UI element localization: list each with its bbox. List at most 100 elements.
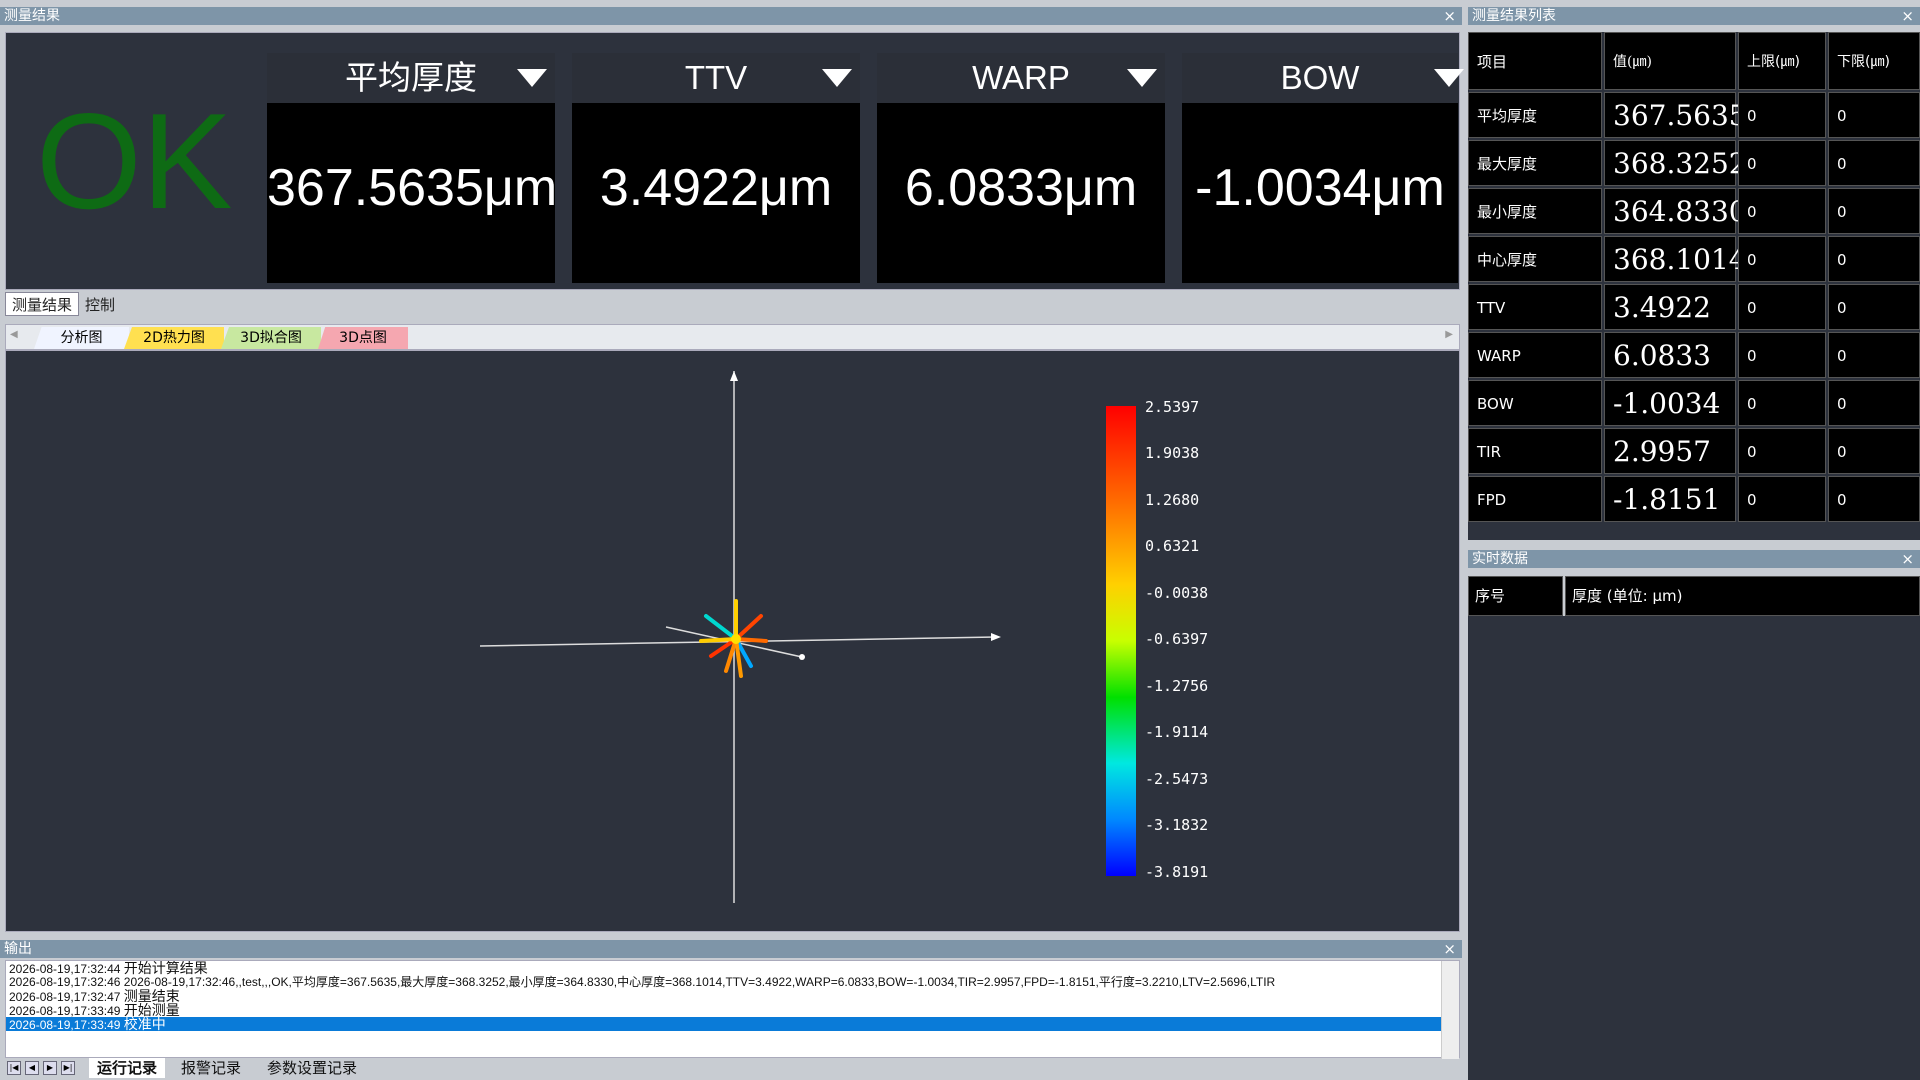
legend-label: 2.5397 [1145,398,1200,416]
cell-upper: 0 [1738,332,1826,378]
tab-results[interactable]: 测量结果 [5,292,80,316]
dropdown-icon[interactable] [517,69,547,87]
close-icon[interactable]: × [1901,7,1914,25]
card-value: 3.4922μm [572,103,860,283]
card-head[interactable]: WARP [877,53,1165,103]
log-msg: 校准中 [123,1017,166,1031]
output-tabs: |◀ ◀ ▶ ▶| 运行记录 报警记录 参数设置记录 [5,1058,1460,1078]
card-bow: BOW -1.0034μm [1182,53,1464,286]
close-icon[interactable]: × [1443,7,1456,25]
log-time: 2026-08-19,17:32:46 [9,975,121,989]
last-icon[interactable]: ▶| [61,1061,75,1075]
list-title-text: 测量结果列表 [1472,8,1556,24]
tab-param-log[interactable]: 参数设置记录 [259,1058,365,1078]
output-log[interactable]: 2026-08-19,17:32:44 开始计算结果 2026-08-19,17… [5,960,1460,1059]
cell-value: 367.5635 [1604,92,1747,138]
card-label: WARP [972,59,1070,96]
realtime-table-header: 序号 厚度 (单位: μm) [1468,576,1920,616]
dropdown-icon[interactable] [1127,69,1157,87]
legend-label: -0.6397 [1145,630,1209,648]
card-avg-thickness: 平均厚度 367.5635μm [267,53,555,286]
header-upper: 上限(㎛) [1738,32,1826,90]
cell-upper: 0 [1738,92,1826,138]
tab-control[interactable]: 控制 [79,293,121,317]
card-head[interactable]: BOW [1182,53,1464,103]
dropdown-icon[interactable] [822,69,852,87]
tab-analysis[interactable]: 分析图 [34,327,129,349]
legend-label: 1.2680 [1145,491,1200,509]
legend-label: -1.9114 [1145,723,1209,741]
tab-3d-points[interactable]: 3D点图 [318,327,408,349]
color-scale-bar [1106,406,1136,876]
table-row[interactable]: BOW -1.0034 0 0 [1468,380,1920,428]
card-head[interactable]: 平均厚度 [267,53,555,103]
legend-label: 0.6321 [1145,537,1200,555]
status-ok: OK [36,85,233,237]
header-index: 序号 [1468,576,1563,616]
cell-lower: 0 [1828,476,1920,522]
table-row[interactable]: TTV 3.4922 0 0 [1468,284,1920,332]
cell-value: 364.8330 [1604,188,1747,234]
table-row[interactable]: FPD -1.8151 0 0 [1468,476,1920,524]
table-row[interactable]: TIR 2.9957 0 0 [1468,428,1920,476]
summary-panel: OK 平均厚度 367.5635μm TTV 3.4922μm WARP 6.0… [5,32,1464,290]
cell-name: 最大厚度 [1468,140,1602,186]
main-tabs: 测量结果 控制 [5,292,121,316]
cell-lower: 0 [1828,332,1920,378]
cell-upper: 0 [1738,428,1826,474]
cell-value: -1.0034 [1604,380,1736,426]
close-icon[interactable]: × [1901,550,1914,568]
cell-lower: 0 [1828,140,1920,186]
tab-run-log[interactable]: 运行记录 [89,1058,166,1078]
card-label: 平均厚度 [345,59,477,96]
tab-3d-fit[interactable]: 3D拟合图 [221,327,321,349]
cell-value: 3.4922 [1604,284,1736,330]
realtime-panel-title: 实时数据 × [1468,550,1920,568]
3d-point-plot[interactable] [5,350,1460,932]
log-time: 2026-08-19,17:32:47 [9,990,121,1003]
log-time: 2026-08-19,17:33:49 [9,1004,121,1017]
log-line: 2026-08-19,17:32:44 开始计算结果 [6,961,1459,975]
log-msg: 测量结束 [123,989,180,1003]
table-row[interactable]: 中心厚度 368.1014 0 0 [1468,236,1920,284]
card-label: TTV [684,59,748,96]
dropdown-icon[interactable] [1434,69,1464,87]
cell-lower: 0 [1828,284,1920,330]
log-msg: 开始计算结果 [123,961,208,975]
card-value: 6.0833μm [877,103,1165,283]
card-label: BOW [1280,59,1360,96]
cell-value: 368.1014 [1604,236,1747,282]
card-ttv: TTV 3.4922μm [572,53,860,286]
table-row[interactable]: 最小厚度 364.8330 0 0 [1468,188,1920,236]
cell-name: 平均厚度 [1468,92,1602,138]
table-row[interactable]: WARP 6.0833 0 0 [1468,332,1920,380]
next-icon[interactable]: ▶ [43,1061,57,1075]
cell-upper: 0 [1738,476,1826,522]
table-row[interactable]: 最大厚度 368.3252 0 0 [1468,140,1920,188]
cell-upper: 0 [1738,284,1826,330]
card-value: -1.0034μm [1182,103,1458,283]
log-msg: 2026-08-19,17:32:46,,test,,,OK,平均厚度=367.… [123,975,1276,989]
log-line-selected[interactable]: 2026-08-19,17:33:49 校准中 [6,1017,1459,1031]
cell-value: 2.9957 [1604,428,1736,474]
cell-name: 最小厚度 [1468,188,1602,234]
log-msg: 开始测量 [123,1003,180,1017]
realtime-table-body[interactable] [1468,616,1920,1080]
card-head[interactable]: TTV [572,53,860,103]
scroll-left-icon[interactable]: ◀ [10,329,18,340]
first-icon[interactable]: |◀ [7,1061,21,1075]
output-scrollbar[interactable] [1441,961,1459,1059]
close-icon[interactable]: × [1443,940,1456,958]
view-tabs: ◀ 分析图 2D热力图 3D拟合图 3D点图 ▶ [5,324,1460,350]
cell-upper: 0 [1738,188,1826,234]
legend-label: -0.0038 [1145,584,1209,602]
results-panel-title-text: 测量结果 [4,8,60,24]
tab-2d-heatmap[interactable]: 2D热力图 [124,327,224,349]
cell-lower: 0 [1828,428,1920,474]
tab-alarm-log[interactable]: 报警记录 [173,1058,249,1078]
prev-icon[interactable]: ◀ [25,1061,39,1075]
cell-value: 368.3252 [1604,140,1747,186]
scroll-right-icon[interactable]: ▶ [1445,329,1453,340]
results-table: 项目 值(㎛) 上限(㎛) 下限(㎛) 平均厚度 367.5635 0 0 最大厚度 36… [1468,32,1920,540]
table-row[interactable]: 平均厚度 367.5635 0 0 [1468,92,1920,140]
